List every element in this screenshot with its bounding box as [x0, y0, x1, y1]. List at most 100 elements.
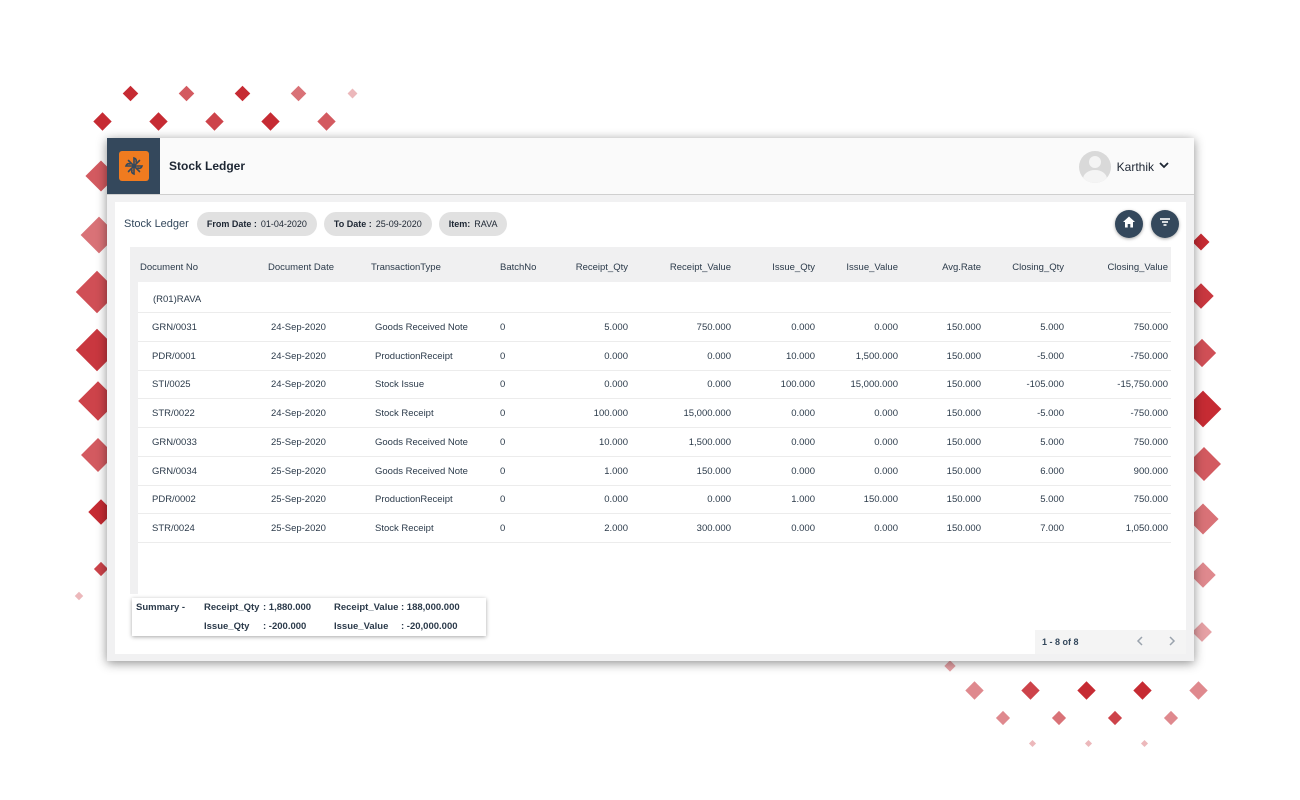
- pagination: 1 - 8 of 8: [1035, 630, 1186, 654]
- cell-batch-no: 0: [500, 465, 506, 477]
- cell-closing-qty: 5.000: [1040, 436, 1064, 448]
- cell-closing-qty: 5.000: [1040, 494, 1064, 506]
- previous-page-button[interactable]: [1132, 634, 1148, 650]
- column-header-avg-rate[interactable]: Avg.Rate: [901, 262, 981, 273]
- cell-document-date: 25-Sep-2020: [271, 436, 326, 448]
- cell-transaction-type: Stock Receipt: [375, 408, 434, 420]
- column-header-issue-value[interactable]: Issue_Value: [818, 262, 898, 273]
- cell-avg-rate: 150.000: [946, 322, 981, 333]
- cell-batch-no: 0: [500, 408, 506, 420]
- cell-transaction-type: ProductionReceipt: [375, 494, 453, 506]
- cell-transaction-type: Goods Received Note: [375, 322, 468, 333]
- cell-avg-rate: 150.000: [946, 522, 981, 534]
- cell-document-date: 24-Sep-2020: [271, 322, 326, 333]
- app-title: Stock Ledger: [169, 159, 246, 173]
- column-header-closing-qty[interactable]: Closing_Qty: [984, 262, 1064, 273]
- cell-batch-no: 0: [500, 494, 506, 506]
- cell-avg-rate: 150.000: [946, 350, 981, 362]
- cell-avg-rate: 150.000: [946, 494, 981, 506]
- summary-issue-value-value: : -20,000.000: [401, 621, 458, 632]
- cell-receipt-qty: 10.000: [598, 436, 628, 448]
- cell-receipt-value: 150.000: [696, 465, 731, 477]
- cell-transaction-type: Stock Receipt: [375, 522, 434, 534]
- chevron-down-icon: [1158, 158, 1170, 176]
- summary-issue-qty-label: Issue_Qty: [204, 621, 250, 632]
- cell-closing-value: 900.000: [1133, 465, 1168, 477]
- cell-avg-rate: 150.000: [946, 465, 981, 477]
- summary-receipt-qty-label: Receipt_Qty: [204, 602, 260, 613]
- cell-issue-value: 0.000: [874, 465, 898, 477]
- cell-receipt-value: 300.000: [696, 522, 731, 534]
- cell-document-no: GRN/0033: [152, 436, 197, 448]
- logo[interactable]: [107, 138, 160, 194]
- cell-receipt-value: 0.000: [707, 350, 731, 362]
- cell-issue-value: 0.000: [874, 436, 898, 448]
- home-icon: [1122, 215, 1136, 234]
- cell-closing-value: 750.000: [1133, 494, 1168, 506]
- cell-receipt-value: 750.000: [696, 322, 731, 333]
- cell-issue-qty: 100.000: [780, 379, 815, 391]
- cell-receipt-qty: 0.000: [604, 350, 628, 362]
- cell-receipt-qty: 0.000: [604, 379, 628, 391]
- summary-panel: Summary - Receipt_Qty : 1,880.000 Receip…: [132, 598, 486, 636]
- cell-document-date: 24-Sep-2020: [271, 350, 326, 362]
- cell-document-no: STR/0022: [152, 408, 195, 420]
- item-chip[interactable]: Item: RAVA: [438, 212, 508, 236]
- cell-document-no: GRN/0031: [152, 322, 197, 333]
- cell-closing-value: -750.000: [1130, 350, 1168, 362]
- column-header-document-no[interactable]: Document No: [140, 262, 198, 273]
- cell-closing-qty: 7.000: [1040, 522, 1064, 534]
- cell-issue-qty: 0.000: [791, 436, 815, 448]
- chevron-left-icon: [1134, 635, 1146, 649]
- next-page-button[interactable]: [1164, 634, 1180, 650]
- cell-issue-qty: 10.000: [785, 350, 815, 362]
- cell-issue-qty: 0.000: [791, 408, 815, 420]
- column-header-receipt-value[interactable]: Receipt_Value: [631, 262, 731, 273]
- cell-issue-qty: 0.000: [791, 322, 815, 333]
- cell-closing-value: 750.000: [1133, 322, 1168, 333]
- cell-receipt-value: 15,000.000: [683, 408, 731, 420]
- cell-issue-value: 0.000: [874, 522, 898, 534]
- user-menu[interactable]: Karthik: [1078, 151, 1170, 183]
- cell-issue-qty: 1.000: [791, 494, 815, 506]
- chip-label: Item:: [448, 219, 471, 229]
- chevron-right-icon: [1166, 635, 1178, 649]
- app-window: Stock Ledger Karthik Stock Ledger From D…: [107, 138, 1194, 661]
- cell-document-date: 25-Sep-2020: [271, 522, 326, 534]
- cell-avg-rate: 150.000: [946, 408, 981, 420]
- cell-receipt-value: 1,500.000: [688, 436, 731, 448]
- to-date-chip[interactable]: To Date : 25-09-2020: [323, 212, 432, 236]
- cell-receipt-qty: 0.000: [604, 494, 628, 506]
- column-header-receipt-qty[interactable]: Receipt_Qty: [548, 262, 628, 273]
- column-header-batch-no[interactable]: BatchNo: [500, 262, 536, 273]
- cell-receipt-qty: 1.000: [604, 465, 628, 477]
- cell-transaction-type: Goods Received Note: [375, 436, 468, 448]
- main-content: Stock Ledger From Date : 01-04-2020 To D…: [115, 202, 1186, 654]
- pinwheel-logo-icon: [118, 151, 149, 181]
- from-date-chip[interactable]: From Date : 01-04-2020: [196, 212, 317, 236]
- filter-list-icon: [1158, 215, 1172, 234]
- pagination-range: 1 - 8 of 8: [1042, 637, 1079, 647]
- column-header-document-date[interactable]: Document Date: [268, 262, 334, 273]
- cell-closing-qty: -5.000: [1037, 408, 1064, 420]
- chip-value: 25-09-2020: [375, 219, 422, 229]
- report-label: Stock Ledger: [124, 218, 189, 230]
- cell-receipt-qty: 5.000: [604, 322, 628, 333]
- group-header-row: (R01)RAVA: [153, 294, 202, 305]
- chip-value: 01-04-2020: [260, 219, 307, 229]
- cell-transaction-type: Goods Received Note: [375, 465, 468, 477]
- home-button[interactable]: [1115, 210, 1143, 238]
- cell-document-date: 25-Sep-2020: [271, 465, 326, 477]
- table-header: Document No Document Date TransactionTyp…: [130, 247, 1171, 281]
- column-header-closing-value[interactable]: Closing_Value: [1067, 262, 1168, 273]
- cell-document-no: PDR/0001: [152, 350, 196, 362]
- cell-batch-no: 0: [500, 379, 506, 391]
- column-header-issue-qty[interactable]: Issue_Qty: [735, 262, 815, 273]
- summary-issue-qty-value: : -200.000: [263, 621, 307, 632]
- cell-transaction-type: Stock Issue: [375, 379, 425, 391]
- top-bar: Stock Ledger Karthik: [107, 138, 1194, 195]
- filter-button[interactable]: [1151, 210, 1179, 238]
- summary-label: Summary -: [136, 602, 186, 613]
- summary-issue-value-label: Issue_Value: [334, 621, 389, 632]
- column-header-transaction-type[interactable]: TransactionType: [371, 262, 441, 273]
